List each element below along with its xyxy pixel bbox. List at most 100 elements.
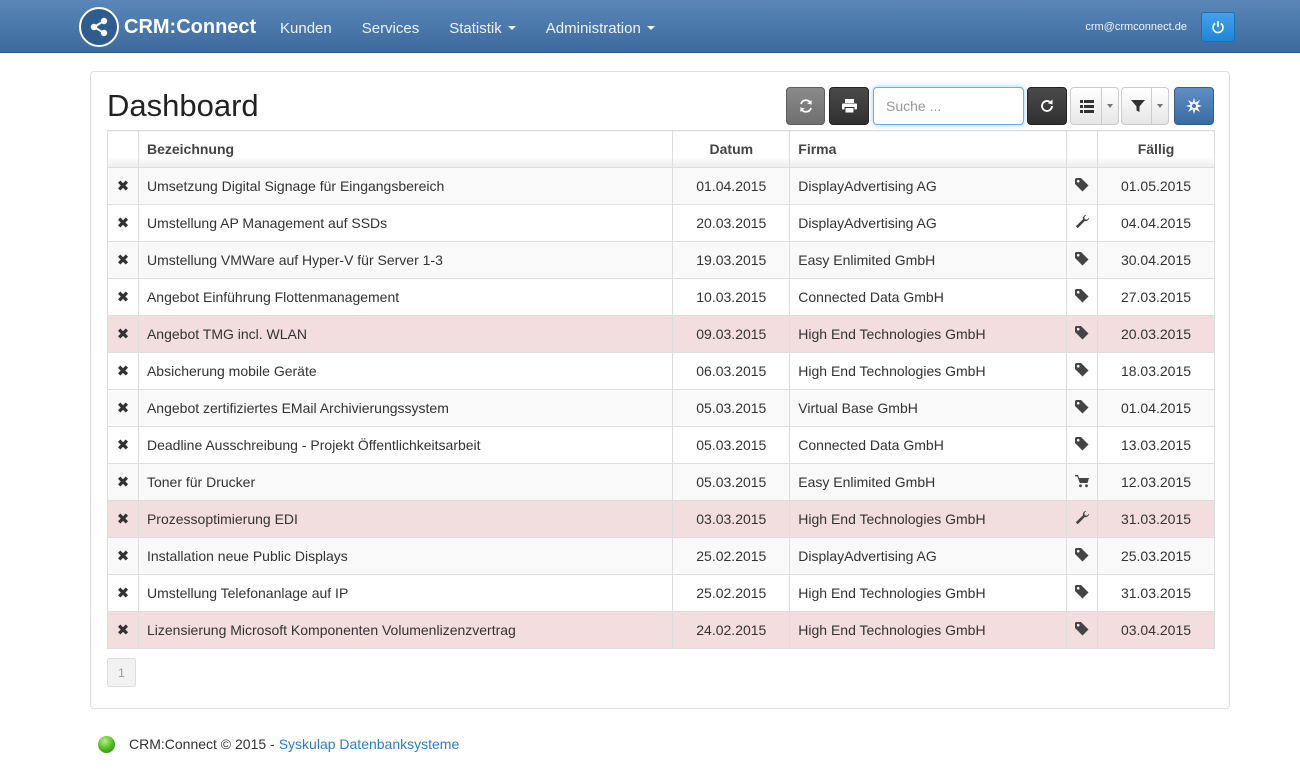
chevron-down-icon[interactable] xyxy=(1151,88,1168,124)
reload-button[interactable] xyxy=(1027,87,1067,125)
cell-datum: 05.03.2015 xyxy=(672,463,791,501)
cell-firma: High End Technologies GmbH xyxy=(789,352,1068,390)
cell-bezeichnung[interactable]: Absicherung mobile Geräte xyxy=(137,352,674,390)
table-row[interactable]: ✖ Umstellung VMWare auf Hyper-V für Serve… xyxy=(107,241,1215,279)
cell-datum: 20.03.2015 xyxy=(672,204,791,242)
nav-statistik[interactable]: Statistik xyxy=(434,0,531,53)
table-row[interactable]: ✖ Angebot TMG incl. WLAN 09.03.2015 High En… xyxy=(107,315,1215,353)
cell-bezeichnung[interactable]: Angebot zertifiziertes EMail Archivierun… xyxy=(137,389,674,427)
wrench-icon xyxy=(1066,204,1098,242)
cell-firma: High End Technologies GmbH xyxy=(789,500,1068,538)
print-button[interactable] xyxy=(829,87,869,125)
tag-icon xyxy=(1066,426,1098,464)
cell-firma: High End Technologies GmbH xyxy=(789,315,1068,353)
cell-faellig: 25.03.2015 xyxy=(1097,537,1215,575)
view-toggle-button[interactable] xyxy=(1070,87,1119,125)
cell-bezeichnung[interactable]: Prozessoptimierung EDI xyxy=(137,500,674,538)
task-table: Bezeichnung Datum Firma Fällig ✖ Umsetzun… xyxy=(107,130,1215,649)
search-input[interactable] xyxy=(873,87,1024,125)
nav-statistik-label: Statistik xyxy=(449,20,502,37)
header-datum[interactable]: Datum xyxy=(672,130,791,168)
cell-bezeichnung[interactable]: Lizensierung Microsoft Komponenten Volum… xyxy=(137,611,674,649)
cell-datum: 10.03.2015 xyxy=(672,278,791,316)
nav-services-label: Services xyxy=(361,20,420,37)
cell-datum: 25.02.2015 xyxy=(672,574,791,612)
print-icon xyxy=(841,99,857,114)
user-email[interactable]: crm@crmconnect.de xyxy=(1085,21,1187,33)
footer-link[interactable]: Syskulap Datenbanksysteme xyxy=(279,736,460,752)
table-row[interactable]: ✖ Deadline Ausschreibung - Projekt Öffent… xyxy=(107,426,1215,464)
table-row[interactable]: ✖ Prozessoptimierung EDI 03.03.2015 High En… xyxy=(107,500,1215,538)
refresh-button[interactable] xyxy=(786,87,825,125)
close-icon: ✖ xyxy=(116,215,130,232)
tag-icon xyxy=(1066,537,1098,575)
delete-button[interactable]: ✖ xyxy=(107,463,139,501)
cell-bezeichnung[interactable]: Umstellung Telefonanlage auf IP xyxy=(137,574,674,612)
settings-button[interactable] xyxy=(1174,87,1214,125)
delete-button[interactable]: ✖ xyxy=(107,315,139,353)
cell-firma: High End Technologies GmbH xyxy=(789,574,1068,612)
power-icon xyxy=(1212,21,1224,34)
delete-button[interactable]: ✖ xyxy=(107,426,139,464)
table-row[interactable]: ✖ Umstellung AP Management auf SSDs 20.03.… xyxy=(107,204,1215,242)
cell-bezeichnung[interactable]: Toner für Drucker xyxy=(137,463,674,501)
close-icon: ✖ xyxy=(116,252,130,269)
table-row[interactable]: ✖ Absicherung mobile Geräte 06.03.2015 High… xyxy=(107,352,1215,390)
nav-kunden[interactable]: Kunden xyxy=(265,0,347,53)
delete-button[interactable]: ✖ xyxy=(107,500,139,538)
page-title: Dashboard xyxy=(107,88,259,123)
cell-datum: 06.03.2015 xyxy=(672,352,791,390)
delete-button[interactable]: ✖ xyxy=(107,574,139,612)
tag-icon xyxy=(1066,167,1098,205)
cell-firma: Virtual Base GmbH xyxy=(789,389,1068,427)
header-bezeichnung[interactable]: Bezeichnung xyxy=(137,130,674,168)
cell-faellig: 20.03.2015 xyxy=(1097,315,1215,353)
cell-bezeichnung[interactable]: Deadline Ausschreibung - Projekt Öffentl… xyxy=(137,426,674,464)
close-icon: ✖ xyxy=(116,622,130,639)
tag-icon xyxy=(1066,241,1098,279)
table-row[interactable]: ✖ Angebot Einführung Flottenmanagement 10.… xyxy=(107,278,1215,316)
close-icon: ✖ xyxy=(116,289,130,306)
cell-datum: 09.03.2015 xyxy=(672,315,791,353)
pagination-page-1[interactable]: 1 xyxy=(107,658,136,687)
table-row[interactable]: ✖ Toner für Drucker 05.03.2015 Easy Enlimit… xyxy=(107,463,1215,501)
nav-administration[interactable]: Administration xyxy=(531,0,670,53)
cell-bezeichnung[interactable]: Angebot Einführung Flottenmanagement xyxy=(137,278,674,316)
table-row[interactable]: ✖ Lizensierung Microsoft Komponenten Volu… xyxy=(107,611,1215,649)
header-faellig[interactable]: Fällig xyxy=(1097,130,1215,168)
nav-services[interactable]: Services xyxy=(347,0,435,53)
cell-bezeichnung[interactable]: Installation neue Public Displays xyxy=(137,537,674,575)
top-navbar: CRM:Connect Kunden Services Statistik Ad… xyxy=(0,0,1300,53)
cell-bezeichnung[interactable]: Umstellung VMWare auf Hyper-V für Server… xyxy=(137,241,674,279)
table-row[interactable]: ✖ Umsetzung Digital Signage für Eingangsb… xyxy=(107,167,1215,205)
delete-button[interactable]: ✖ xyxy=(107,204,139,242)
delete-button[interactable]: ✖ xyxy=(107,167,139,205)
delete-button[interactable]: ✖ xyxy=(107,537,139,575)
delete-button[interactable]: ✖ xyxy=(107,241,139,279)
delete-button[interactable]: ✖ xyxy=(107,611,139,649)
cell-bezeichnung[interactable]: Angebot TMG incl. WLAN xyxy=(137,315,674,353)
table-row[interactable]: ✖ Installation neue Public Displays 25.02.… xyxy=(107,537,1215,575)
table-row[interactable]: ✖ Umstellung Telefonanlage auf IP 25.02.20… xyxy=(107,574,1215,612)
tag-icon xyxy=(1066,315,1098,353)
chevron-down-icon[interactable] xyxy=(1101,88,1118,124)
wrench-icon xyxy=(1066,500,1098,538)
cell-faellig: 31.03.2015 xyxy=(1097,574,1215,612)
table-row[interactable]: ✖ Angebot zertifiziertes EMail Archivieru… xyxy=(107,389,1215,427)
cell-faellig: 13.03.2015 xyxy=(1097,426,1215,464)
reload-icon xyxy=(1041,99,1053,112)
cell-datum: 19.03.2015 xyxy=(672,241,791,279)
filter-button[interactable] xyxy=(1121,87,1169,125)
delete-button[interactable]: ✖ xyxy=(107,389,139,427)
close-icon: ✖ xyxy=(116,511,130,528)
delete-button[interactable]: ✖ xyxy=(107,352,139,390)
logout-button[interactable] xyxy=(1201,12,1235,42)
list-icon xyxy=(1080,99,1094,113)
header-firma[interactable]: Firma xyxy=(789,130,1068,168)
close-icon: ✖ xyxy=(116,178,130,195)
brand-name: CRM:Connect xyxy=(124,15,257,38)
brand[interactable]: CRM:Connect xyxy=(79,7,256,47)
cell-bezeichnung[interactable]: Umsetzung Digital Signage für Eingangsbe… xyxy=(137,167,674,205)
cell-bezeichnung[interactable]: Umstellung AP Management auf SSDs xyxy=(137,204,674,242)
delete-button[interactable]: ✖ xyxy=(107,278,139,316)
